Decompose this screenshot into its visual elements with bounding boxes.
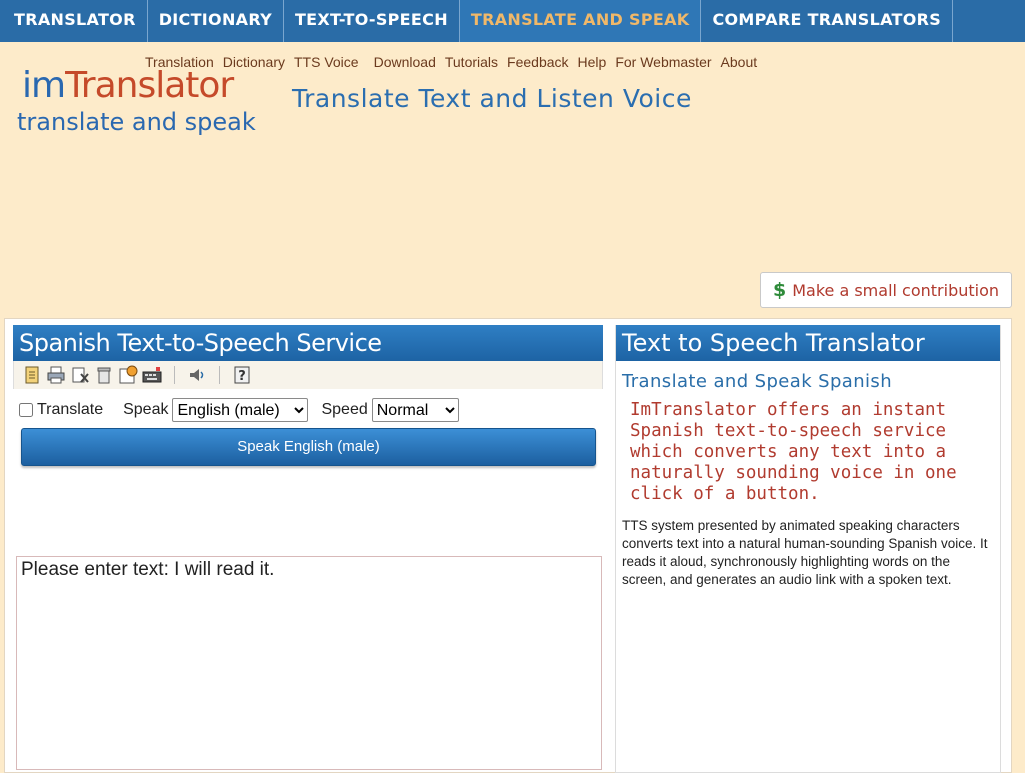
- tab-text-to-speech[interactable]: TEXT-TO-SPEECH: [284, 0, 460, 42]
- info-subtitle: Translate and Speak Spanish: [622, 371, 893, 392]
- tab-dictionary[interactable]: DICTIONARY: [148, 0, 284, 42]
- tab-translator[interactable]: TRANSLATOR: [0, 0, 148, 42]
- info-panel-title: Text to Speech Translator: [616, 325, 1000, 361]
- speak-label: Speak: [123, 401, 169, 418]
- tts-panel-title: Spanish Text-to-Speech Service: [13, 325, 603, 361]
- translate-checkbox[interactable]: [19, 403, 33, 417]
- info-body-text: TTS system presented by animated speakin…: [622, 518, 988, 587]
- print-icon[interactable]: [46, 365, 66, 385]
- keyboard-icon[interactable]: [142, 365, 162, 385]
- subnav-help[interactable]: Help: [578, 54, 607, 70]
- clear-text-icon[interactable]: [70, 365, 90, 385]
- sub-nav: Translation Dictionary TTS Voice Downloa…: [145, 54, 766, 70]
- subnav-feedback[interactable]: Feedback: [507, 54, 568, 70]
- top-nav: TRANSLATOR DICTIONARY TEXT-TO-SPEECH TRA…: [0, 0, 1025, 42]
- subnav-tts-voice[interactable]: TTS Voice: [294, 54, 359, 70]
- speak-icon[interactable]: [187, 365, 207, 385]
- text-input[interactable]: Please enter text: I will read it.: [16, 556, 602, 770]
- contribution-button[interactable]: $ Make a small contribution: [760, 272, 1012, 308]
- clipboard-icon[interactable]: [22, 365, 42, 385]
- toolbar-separator: [219, 366, 220, 384]
- speak-button[interactable]: Speak English (male): [21, 428, 596, 466]
- help-icon[interactable]: ?: [232, 365, 252, 385]
- subnav-tutorials[interactable]: Tutorials: [445, 54, 498, 70]
- page-heading: Translate Text and Listen Voice: [292, 84, 692, 113]
- speed-select[interactable]: Normal: [371, 398, 459, 422]
- dollar-icon: $: [772, 279, 787, 301]
- toolbar: ?: [13, 361, 603, 389]
- tts-panel: Spanish Text-to-Speech Service ? Transla…: [13, 325, 603, 773]
- tts-controls: Translate Speak English (male) Speed Nor…: [19, 398, 459, 422]
- subnav-download[interactable]: Download: [374, 54, 436, 70]
- subnav-for-webmaster[interactable]: For Webmaster: [615, 54, 711, 70]
- trash-icon[interactable]: [94, 365, 114, 385]
- speed-label: Speed: [321, 401, 368, 418]
- translate-label: Translate: [37, 401, 104, 418]
- toolbar-separator: [174, 366, 175, 384]
- contribution-label: Make a small contribution: [792, 280, 1000, 300]
- info-panel: Text to Speech Translator Translate and …: [615, 325, 1001, 773]
- subnav-about[interactable]: About: [721, 54, 758, 70]
- logo-tagline: translate and speak: [17, 108, 256, 136]
- imtranslator-logo[interactable]: imTranslator translate and speak: [17, 65, 256, 137]
- logo-wordmark: imTranslator: [22, 65, 234, 106]
- tab-compare-translators[interactable]: COMPARE TRANSLATORS: [701, 0, 954, 42]
- voice-select[interactable]: English (male): [172, 398, 309, 422]
- info-lead-text: ImTranslator offers an instant Spanish t…: [630, 400, 957, 504]
- settings-icon[interactable]: [118, 365, 138, 385]
- svg-text:?: ?: [238, 369, 246, 384]
- tab-translate-and-speak[interactable]: TRANSLATE AND SPEAK: [459, 0, 702, 42]
